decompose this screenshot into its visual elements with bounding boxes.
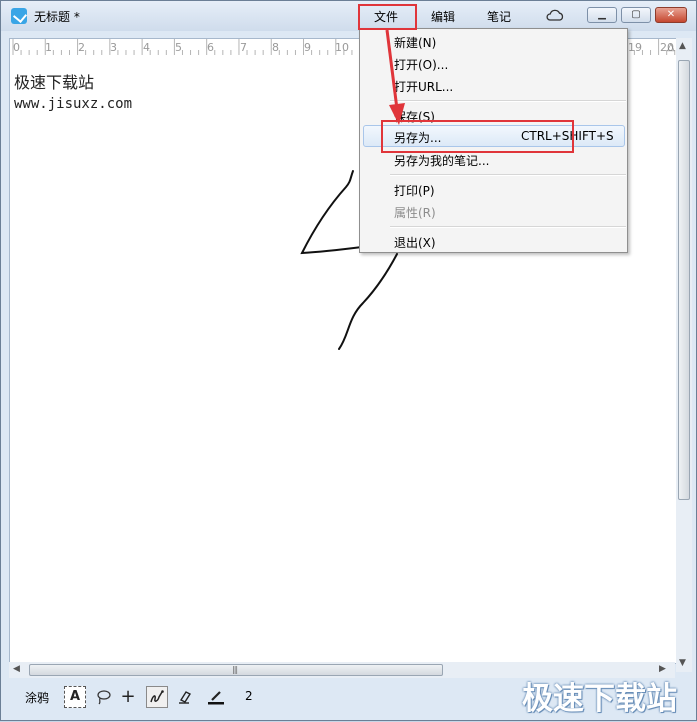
menu-separator — [390, 226, 626, 228]
minimize-button[interactable]: ▁ — [587, 7, 617, 23]
ruler-number: 10 — [335, 41, 349, 54]
vertical-scroll-thumb[interactable] — [678, 60, 690, 500]
line-width-icon — [208, 691, 224, 705]
ruler-number: 0 — [13, 41, 20, 54]
ruler-number: 3 — [110, 41, 117, 54]
menu-item-save-to-notes[interactable]: 另存为我的笔记... — [394, 152, 489, 169]
watermark-logo: 极速下载站 — [522, 681, 677, 717]
title-bar: 无标题 * 文件 编辑 笔记 ▁ ▢ ✕ — [1, 1, 696, 31]
menu-item-open-url[interactable]: 打开URL... — [394, 78, 453, 95]
app-window: 无标题 * 文件 编辑 笔记 ▁ ▢ ✕ 0 1 2 3 4 5 6 7 8 9… — [0, 0, 697, 721]
text-tool-icon: A — [69, 689, 81, 704]
scroll-left-icon[interactable]: ◀ — [13, 664, 20, 674]
menu-item-open[interactable]: 打开(O)... — [394, 56, 448, 73]
restore-icon: ▢ — [631, 9, 641, 20]
minimize-icon: ▁ — [598, 9, 606, 20]
document-text-line: 极速下载站 — [14, 73, 95, 92]
app-logo-icon — [11, 8, 27, 24]
scroll-up-icon[interactable]: ▲ — [679, 41, 686, 51]
eraser-tool-button[interactable] — [174, 686, 196, 708]
pen-tool-button[interactable] — [146, 686, 168, 708]
horizontal-scroll-thumb[interactable]: ||| — [29, 664, 443, 676]
restore-button[interactable]: ▢ — [621, 7, 651, 23]
ruler-number: 6 — [207, 41, 214, 54]
doodle-label: 涂鸦 — [25, 691, 50, 705]
window-title: 无标题 * — [34, 10, 80, 24]
cloud-icon[interactable] — [546, 9, 564, 21]
menu-item-properties: 属性(R) — [394, 206, 436, 220]
menu-item-new[interactable]: 新建(N) — [394, 34, 436, 51]
ruler-number: 19 — [628, 41, 642, 54]
vertical-scrollbar[interactable]: ▲ ▼ — [676, 38, 692, 672]
ruler-number: 1 — [45, 41, 52, 54]
ruler-number: 2 — [78, 41, 85, 54]
ruler-number: 7 — [240, 41, 247, 54]
eraser-icon — [179, 691, 192, 704]
lasso-tool-button[interactable] — [92, 686, 114, 708]
close-button[interactable]: ✕ — [655, 7, 687, 23]
lasso-icon — [97, 690, 111, 705]
pen-width-value: 2 — [245, 689, 253, 703]
menu-item-exit[interactable]: 退出(X) — [394, 234, 436, 251]
scroll-down-icon[interactable]: ▼ — [679, 658, 686, 668]
ruler-number: 9 — [304, 41, 311, 54]
add-button[interactable]: + — [117, 686, 139, 708]
text-tool-button[interactable]: A — [64, 686, 86, 708]
menu-notes[interactable]: 笔记 — [487, 8, 511, 25]
scroll-grip-icon: ||| — [232, 665, 238, 674]
ruler-margin-marker-icon[interactable]: △ — [667, 42, 675, 53]
document-text-line: www.jisuxz.com — [14, 96, 133, 112]
menu-item-print[interactable]: 打印(P) — [394, 182, 435, 199]
pen-icon — [150, 690, 164, 703]
menu-edit[interactable]: 编辑 — [431, 8, 455, 25]
ruler-number: 8 — [272, 41, 279, 54]
close-icon: ✕ — [666, 9, 676, 20]
ruler-number: 4 — [143, 41, 150, 54]
annotation-box-save-as — [381, 120, 574, 153]
menu-separator — [390, 100, 626, 102]
annotation-box-file-menu — [358, 4, 417, 30]
ruler-number: 5 — [175, 41, 182, 54]
menu-separator — [390, 174, 626, 176]
add-icon: + — [120, 686, 136, 707]
line-width-button[interactable] — [205, 686, 227, 708]
